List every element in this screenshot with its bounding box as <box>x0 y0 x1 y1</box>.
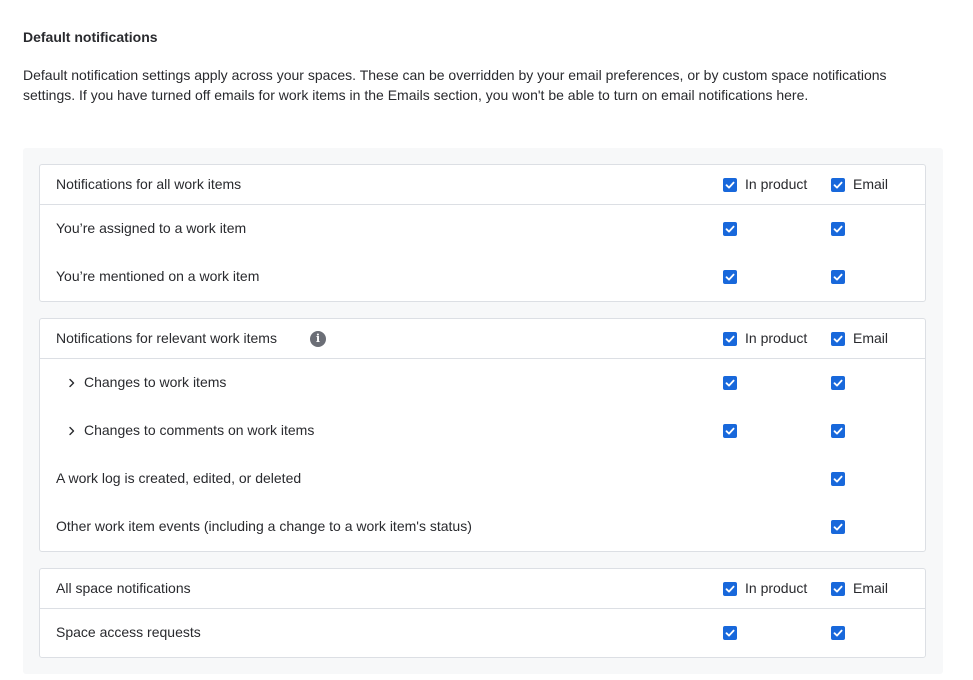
info-icon[interactable]: i <box>310 331 326 347</box>
email-column-label: Email <box>853 176 889 192</box>
setting-row-label: Other work item events (including a chan… <box>56 518 472 534</box>
in-product-checkbox[interactable] <box>723 626 737 640</box>
section-description: Default notification settings apply acro… <box>23 67 887 103</box>
setting-row: Other work item events (including a chan… <box>40 503 925 551</box>
email-checkbox[interactable] <box>831 376 845 390</box>
in-product-checkbox[interactable] <box>723 270 737 284</box>
setting-row-expandable[interactable]: Changes to comments on work items <box>40 407 925 455</box>
email-checkbox[interactable] <box>831 424 845 438</box>
setting-row-label: You’re assigned to a work item <box>56 220 247 236</box>
setting-row: Space access requests <box>40 609 925 657</box>
group-header-label: Notifications for all work items <box>56 176 242 192</box>
header-email-checkbox[interactable] <box>831 582 845 596</box>
header-email-checkbox[interactable] <box>831 178 845 192</box>
email-checkbox[interactable] <box>831 520 845 534</box>
header-in-product-checkbox[interactable] <box>723 582 737 596</box>
setting-row: A work log is created, edited, or delete… <box>40 455 925 503</box>
group-header: Notifications for all work items In prod… <box>40 165 925 205</box>
chevron-right-icon[interactable] <box>66 424 78 436</box>
setting-row-expandable[interactable]: Changes to work items <box>40 359 925 407</box>
in-product-checkbox[interactable] <box>723 222 737 236</box>
notification-settings-page: Default notifications Default notificati… <box>0 0 973 680</box>
in-product-column-label: In product <box>745 580 808 596</box>
group-header: All space notifications In product Email <box>40 569 925 609</box>
setting-row-label: Changes to comments on work items <box>84 422 315 438</box>
in-product-column-label: In product <box>745 176 808 192</box>
setting-row-label: Space access requests <box>56 624 201 640</box>
setting-row-label: Changes to work items <box>84 374 227 390</box>
email-checkbox[interactable] <box>831 472 845 486</box>
group-all-work-items: Notifications for all work items In prod… <box>39 164 926 302</box>
section-title: Default notifications <box>23 29 158 45</box>
setting-row-label: You’re mentioned on a work item <box>56 268 260 284</box>
chevron-right-icon[interactable] <box>66 376 78 388</box>
email-checkbox[interactable] <box>831 222 845 236</box>
email-checkbox[interactable] <box>831 270 845 284</box>
setting-row: You’re assigned to a work item <box>40 205 925 253</box>
group-header: Notifications for relevant work items i … <box>40 319 925 359</box>
in-product-checkbox[interactable] <box>723 424 737 438</box>
email-column-label: Email <box>853 330 889 346</box>
group-header-label: Notifications for relevant work items <box>56 330 277 346</box>
in-product-checkbox[interactable] <box>723 376 737 390</box>
setting-row-label: A work log is created, edited, or delete… <box>56 470 302 486</box>
email-column-label: Email <box>853 580 889 596</box>
header-in-product-checkbox[interactable] <box>723 178 737 192</box>
email-checkbox[interactable] <box>831 626 845 640</box>
group-header-label: All space notifications <box>56 580 191 596</box>
setting-row: You’re mentioned on a work item <box>40 253 925 301</box>
group-space-notifications: All space notifications In product Email… <box>39 568 926 658</box>
group-relevant-work-items: Notifications for relevant work items i … <box>39 318 926 552</box>
in-product-column-label: In product <box>745 330 808 346</box>
header-in-product-checkbox[interactable] <box>723 332 737 346</box>
header-email-checkbox[interactable] <box>831 332 845 346</box>
